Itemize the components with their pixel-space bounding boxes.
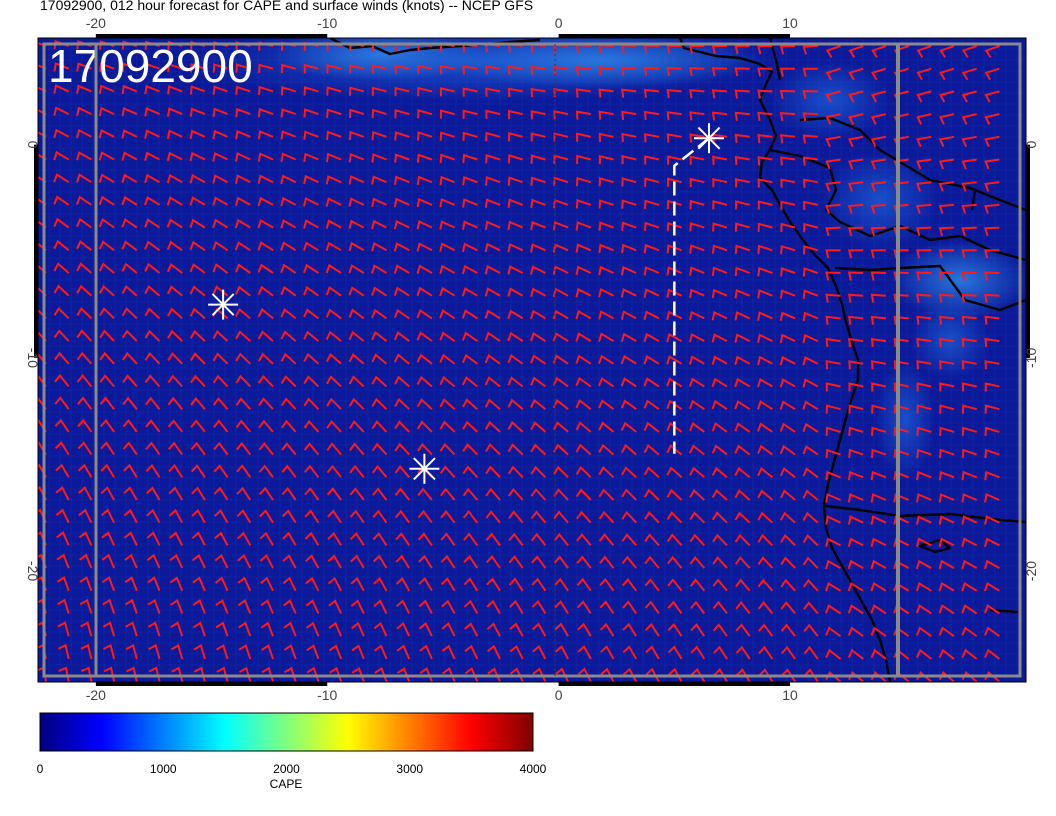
tick-bar-right bbox=[1026, 144, 1030, 358]
lon-tick-label-bottom: 0 bbox=[555, 687, 563, 700]
tick-bar-top bbox=[95, 34, 328, 38]
tick-bar-left bbox=[34, 144, 38, 358]
lon-tick-label-top: -10 bbox=[317, 15, 337, 31]
lat-tick-label-right: -10 bbox=[1023, 348, 1039, 368]
colorbar-tick-label: 3000 bbox=[396, 762, 424, 776]
colorbar-tick-label: 2000 bbox=[273, 762, 300, 776]
colorbar-label: CAPE bbox=[269, 777, 303, 791]
colorbar: 0 1000 2000 3000 4000 CAPE bbox=[0, 700, 600, 816]
lon-tick-label-bottom: -10 bbox=[317, 687, 337, 700]
date-stamp: 17092900 bbox=[48, 40, 253, 92]
star-marker-3 bbox=[694, 123, 724, 154]
colorbar-tick-label: 0 bbox=[36, 762, 44, 776]
cape-wind-map: 17092900 -20 -20 -10 -10 0 0 10 10 0 0 -10 -10 -20 -2… bbox=[25, 15, 1039, 700]
tick-bar-bottom bbox=[95, 682, 328, 686]
lon-tick-label-top: -20 bbox=[86, 15, 106, 31]
lat-tick-label-left: 0 bbox=[25, 141, 41, 149]
lon-tick-label-bottom: -20 bbox=[86, 687, 106, 700]
lat-tick-label-left: -10 bbox=[25, 348, 41, 368]
lon-tick-label-top: 0 bbox=[555, 15, 563, 31]
tick-bar-bottom bbox=[558, 682, 790, 686]
lat-tick-label-left: -20 bbox=[25, 561, 41, 581]
lat-tick-label-right: 0 bbox=[1023, 140, 1039, 148]
colorbar-tick-label: 4000 bbox=[519, 762, 547, 776]
colorbar-tick-label: 1000 bbox=[149, 762, 177, 776]
tick-bar-top bbox=[558, 34, 790, 38]
star-marker-1 bbox=[208, 289, 239, 320]
lat-tick-label-right: -20 bbox=[1023, 561, 1039, 581]
colorbar-gradient bbox=[39, 712, 534, 752]
lon-tick-label-top: 10 bbox=[782, 15, 798, 31]
star-marker-2 bbox=[409, 453, 440, 484]
lon-tick-label-bottom: 10 bbox=[782, 687, 798, 700]
